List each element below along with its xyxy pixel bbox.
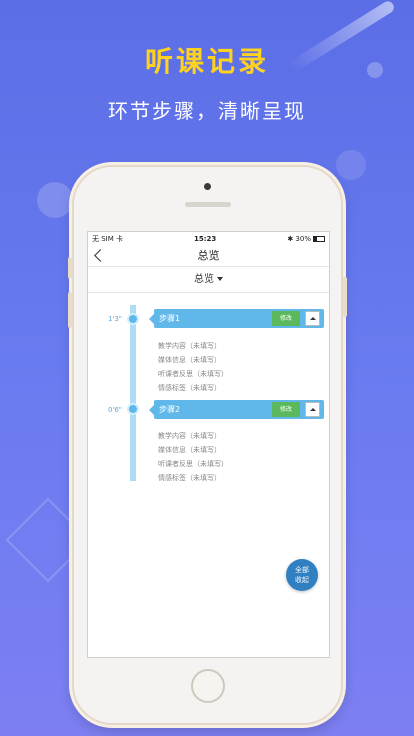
- overview-dropdown[interactable]: 总览: [88, 267, 329, 293]
- detail-item[interactable]: 教学内容（未填写）: [158, 429, 228, 443]
- step-title: 步骤1: [159, 314, 181, 323]
- promo-headline: 听课记录: [144, 45, 269, 78]
- fab-line1: 全部: [295, 566, 309, 574]
- battery-percent: 30%: [295, 234, 311, 243]
- timeline-dot: [127, 403, 139, 415]
- bg-circle-right: [336, 150, 366, 180]
- phone-side-button: [68, 257, 72, 279]
- page-title: 总览: [197, 249, 220, 262]
- detail-item[interactable]: 情感标签（未填写）: [158, 381, 228, 395]
- edit-step-button[interactable]: 修改: [272, 311, 300, 326]
- detail-item[interactable]: 教学内容（未填写）: [158, 339, 228, 353]
- step-details: 教学内容（未填写） 媒体信息（未填写） 听课者反思（未填写） 情感标签（未填写）: [158, 429, 228, 485]
- clock: 15:23: [194, 234, 217, 243]
- back-icon[interactable]: [94, 249, 107, 262]
- collapse-all-button[interactable]: 全部 收起: [286, 559, 318, 591]
- collapse-step-button[interactable]: [305, 402, 320, 417]
- detail-item[interactable]: 媒体信息（未填写）: [158, 443, 228, 457]
- detail-item[interactable]: 情感标签（未填写）: [158, 471, 228, 485]
- dropdown-selected: 总览: [194, 274, 214, 285]
- status-bar: 无 SIM 卡 15:23 ✱ 30%: [88, 232, 329, 245]
- step-time: 1'3": [107, 315, 122, 323]
- phone-frame: 无 SIM 卡 15:23 ✱ 30% 总览 总览 1'3" 步骤1 修改 教学…: [68, 165, 347, 725]
- step-header[interactable]: 步骤1 修改: [149, 309, 324, 328]
- nav-bar: 总览: [88, 245, 329, 267]
- home-button[interactable]: [191, 669, 225, 703]
- timeline-track: [130, 305, 136, 481]
- phone-speaker: [185, 202, 231, 207]
- phone-camera: [204, 183, 211, 190]
- detail-item[interactable]: 听课者反思（未填写）: [158, 457, 228, 471]
- app-screen: 无 SIM 卡 15:23 ✱ 30% 总览 总览 1'3" 步骤1 修改 教学…: [87, 231, 330, 658]
- chevron-up-icon: [310, 317, 316, 320]
- phone-side-button: [68, 292, 72, 328]
- carrier-label: 无 SIM 卡: [92, 234, 123, 243]
- step-title: 步骤2: [159, 405, 181, 414]
- bg-circle-left: [37, 182, 73, 218]
- step-time: 0'6": [107, 406, 122, 414]
- promo-subline: 环节步骤，清晰呈现: [108, 99, 306, 123]
- fab-line2: 收起: [295, 576, 309, 584]
- battery-icon: [312, 235, 325, 242]
- collapse-step-button[interactable]: [305, 311, 320, 326]
- detail-item[interactable]: 媒体信息（未填写）: [158, 353, 228, 367]
- step-details: 教学内容（未填写） 媒体信息（未填写） 听课者反思（未填写） 情感标签（未填写）: [158, 339, 228, 395]
- detail-item[interactable]: 听课者反思（未填写）: [158, 367, 228, 381]
- timeline-dot: [127, 313, 139, 325]
- edit-step-button[interactable]: 修改: [272, 402, 300, 417]
- chevron-up-icon: [310, 408, 316, 411]
- phone-side-button: [343, 277, 347, 317]
- battery-indicator: ✱ 30%: [287, 235, 325, 243]
- step-header[interactable]: 步骤2 修改: [149, 400, 324, 419]
- caret-down-icon: [217, 277, 223, 281]
